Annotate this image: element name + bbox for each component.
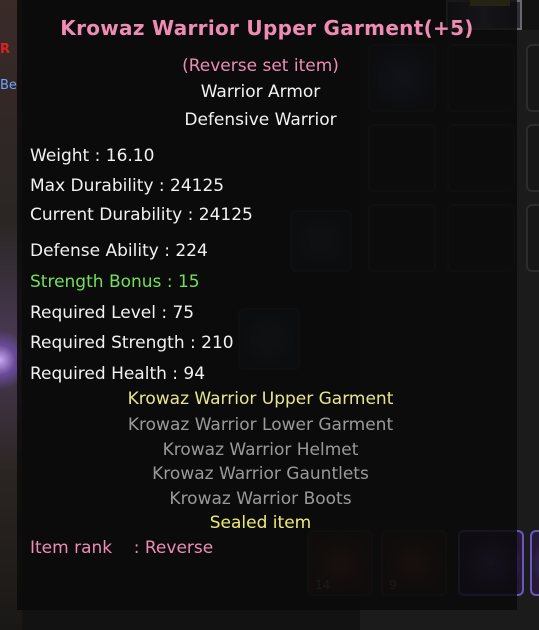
item-tooltip: Krowaz Warrior Upper Garment(+5) (Revers… [17, 0, 517, 610]
item-type: Warrior Armor [200, 82, 321, 102]
stat-current-durability: Current Durability : 24125 [30, 205, 253, 225]
set-item-missing: Krowaz Warrior Gauntlets [152, 464, 369, 484]
inventory-slot[interactable] [526, 204, 539, 272]
item-rank: Item rank : Reverse [30, 538, 214, 558]
stat-required-level: Required Level : 75 [30, 303, 195, 323]
inventory-slot[interactable] [530, 530, 539, 596]
set-tag: (Reverse set item) [182, 56, 339, 76]
item-title: Krowaz Warrior Upper Garment(+5) [60, 16, 474, 40]
stat-max-durability: Max Durability : 24125 [30, 176, 225, 196]
sealed-status: Sealed item [209, 513, 312, 533]
inventory-slot[interactable] [526, 124, 539, 192]
stat-weight: Weight : 16.10 [30, 146, 155, 166]
stat-strength-bonus: Strength Bonus : 15 [30, 272, 200, 292]
item-class: Defensive Warrior [184, 110, 337, 130]
stat-required-strength: Required Strength : 210 [30, 333, 234, 353]
stat-defense: Defense Ability : 224 [30, 241, 208, 261]
inventory-slot[interactable] [526, 44, 539, 112]
set-item-missing: Krowaz Warrior Lower Garment [127, 415, 394, 435]
set-item-missing: Krowaz Warrior Helmet [162, 440, 359, 460]
set-item-missing: Krowaz Warrior Boots [169, 489, 352, 509]
set-item-equipped: Krowaz Warrior Upper Garment [127, 389, 394, 409]
stat-required-health: Required Health : 94 [30, 364, 206, 384]
